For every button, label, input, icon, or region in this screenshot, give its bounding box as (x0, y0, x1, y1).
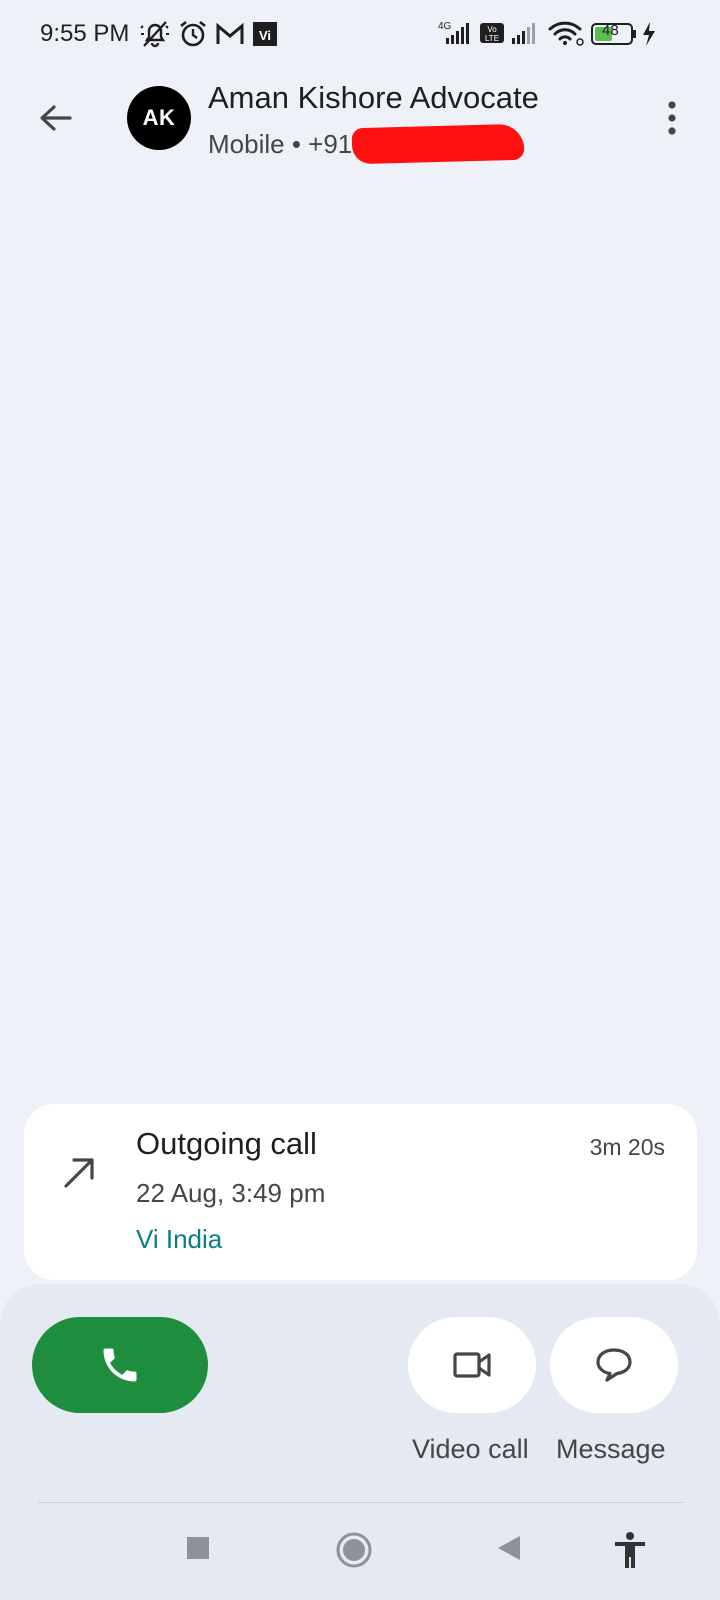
recents-nav-button[interactable] (180, 1530, 216, 1571)
wifi-icon (548, 21, 582, 41)
call-history-entry[interactable]: Outgoing call 22 Aug, 3:49 pm Vi India 3… (24, 1104, 697, 1280)
network-type-label: 4G (438, 21, 452, 32)
status-right-icons: 4G Vo LTE 48 (432, 18, 680, 50)
back-triangle-icon (498, 1536, 520, 1560)
back-button[interactable] (34, 96, 78, 140)
chat-bubble-icon (596, 1348, 632, 1382)
more-vert-icon (668, 101, 676, 135)
back-nav-button[interactable] (492, 1530, 528, 1571)
call-duration: 3m 20s (589, 1134, 665, 1160)
outgoing-call-icon (60, 1152, 100, 1192)
video-camera-icon (453, 1352, 491, 1378)
svg-text:LTE: LTE (485, 34, 499, 43)
more-options-button[interactable] (650, 96, 694, 140)
recents-square-icon (187, 1537, 209, 1559)
battery-level: 48 (602, 22, 619, 39)
accessibility-button[interactable] (610, 1530, 650, 1575)
video-call-button[interactable] (408, 1317, 536, 1413)
phone-icon (103, 1348, 137, 1382)
nav-divider (38, 1502, 684, 1503)
call-type: Outgoing call (136, 1126, 317, 1161)
back-arrow-icon (40, 105, 72, 131)
avatar-initials: AK (142, 105, 176, 130)
svg-text:Vi: Vi (259, 28, 271, 43)
status-time: 9:55 PM (40, 20, 130, 47)
call-sim: Vi India (136, 1224, 223, 1254)
status-bar: 9:55 PM Vi 4G Vo LTE 48 (0, 0, 720, 70)
contact-avatar[interactable]: AK (127, 86, 191, 150)
mute-icon (138, 18, 172, 55)
redaction-mark (351, 123, 525, 165)
home-circle-icon (336, 1532, 372, 1568)
call-button[interactable] (32, 1317, 208, 1413)
alarm-icon (177, 18, 209, 55)
video-call-label: Video call (412, 1434, 529, 1464)
svg-text:Vo: Vo (487, 25, 497, 34)
message-button[interactable] (550, 1317, 678, 1413)
charging-icon (643, 22, 655, 46)
call-date: 22 Aug, 3:49 pm (136, 1178, 326, 1208)
gmail-icon (215, 18, 245, 55)
contact-name: Aman Kishore Advocate (208, 80, 539, 115)
vi-app-icon: Vi (252, 18, 278, 55)
contact-number-line: Mobile • +91 (208, 129, 353, 159)
message-label: Message (556, 1434, 666, 1464)
home-nav-button[interactable] (334, 1530, 374, 1575)
accessibility-icon (615, 1532, 645, 1568)
